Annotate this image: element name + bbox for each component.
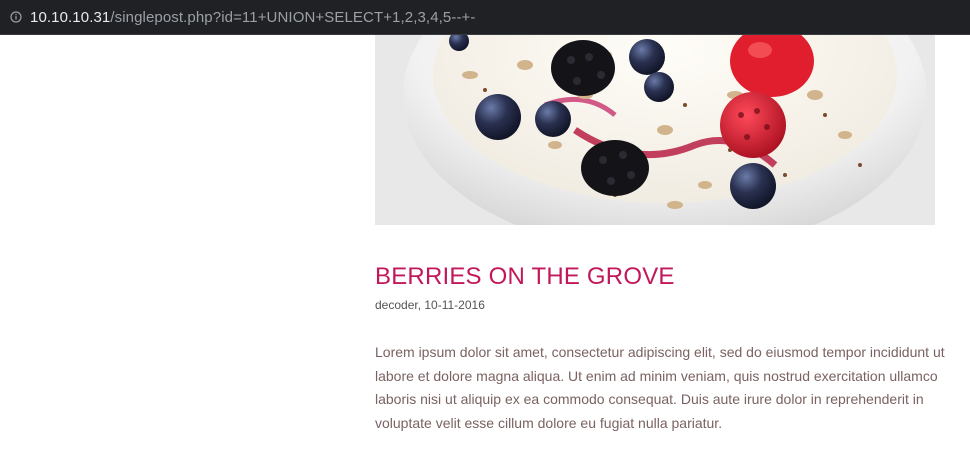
url-path: /singlepost.php?id=11+UNION+SELECT+1,2,3… [110,8,476,26]
address-bar[interactable]: 10.10.10.31/singlepost.php?id=11+UNION+S… [0,0,970,35]
url-host: 10.10.10.31 [30,8,111,26]
url-text[interactable]: 10.10.10.31/singlepost.php?id=11+UNION+S… [30,9,476,26]
post-title: BERRIES ON THE GROVE [375,263,675,290]
post-hero-image [375,35,935,225]
post-meta: decoder, 10-11-2016 [375,298,485,312]
post-body: Lorem ipsum dolor sit amet, consectetur … [375,344,945,432]
info-icon[interactable] [10,11,22,23]
page-content: BERRIES ON THE GROVE decoder, 10-11-2016… [0,35,970,467]
